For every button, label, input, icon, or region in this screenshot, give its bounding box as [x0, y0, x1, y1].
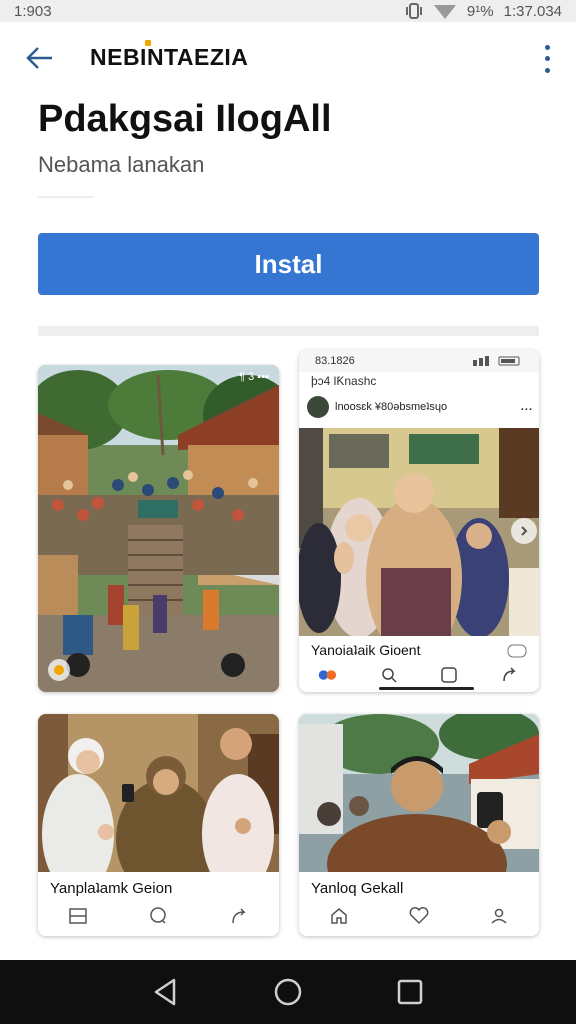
village-crowd-photo [38, 365, 279, 692]
post-caption: Yanoiaʇaik Gioent [311, 642, 421, 658]
post-header: lnoosɛk ¥80ǝbsmeʇsɥo ... [307, 394, 533, 420]
more-vert-icon [544, 45, 550, 51]
home-icon[interactable] [328, 905, 350, 927]
play-icon [54, 665, 64, 675]
screenshot-card-village[interactable]: ¶ 3 ▪▪▪ [38, 365, 279, 692]
women-group-photo [299, 428, 539, 636]
app-bar-title: NEBINTAEZIA [90, 40, 249, 71]
screenshot-card-man-selfie[interactable]: Yanloq Gekall [299, 714, 539, 936]
play-button[interactable] [48, 659, 70, 681]
nav-back-button[interactable] [150, 976, 182, 1008]
status-clock: 1:37.034 [503, 2, 562, 20]
post-more-button[interactable]: ... [521, 401, 533, 413]
developer-link[interactable]: Nebama lanakan [38, 152, 204, 178]
nav-recents-icon [397, 979, 423, 1005]
search-icon[interactable] [378, 664, 400, 686]
status-bar: 1:903 9¹% 1:37.034 [0, 0, 576, 22]
post-author: lnoosɛk ¥80ǝbsmeʇsɥo [335, 401, 448, 413]
home-indicator-icon[interactable] [438, 664, 460, 686]
share-icon[interactable] [498, 664, 520, 686]
screenshot-card-selfie-group[interactable]: Yanplaʇamk Geion [38, 714, 279, 936]
app-bar-title-text: NEBINTAEZIA [90, 44, 249, 70]
system-nav-bar [0, 960, 576, 1024]
man-selfie-footer: Yanloq Gekall [299, 872, 539, 936]
app-bar: NEBINTAEZIA [0, 22, 576, 94]
reactions-icon[interactable] [318, 664, 340, 686]
profile-icon[interactable] [488, 905, 510, 927]
phone-status-time: 83.1826 [315, 355, 355, 367]
man-selfie-caption: Yanloq Gekall [311, 880, 404, 897]
phone-app-label: ϸᴐ4 lƘnashc [311, 374, 377, 388]
post-avatar [307, 396, 329, 418]
screenshot-card-phone-post[interactable]: 83.1826 ϸᴐ4 lƘnashc lnoosɛk ¥80ǝbsmeʇsɥo… [299, 350, 539, 692]
selfie-group-photo [38, 714, 279, 872]
phone-battery-icon [473, 356, 520, 366]
grid-icon[interactable] [67, 905, 89, 927]
man-selfie-actions [299, 904, 539, 928]
status-time: 1:903 [14, 2, 52, 20]
carousel-next-button[interactable] [511, 518, 537, 544]
nav-home-button[interactable] [272, 976, 304, 1008]
nav-recents-button[interactable] [394, 976, 426, 1008]
more-options-button[interactable] [540, 42, 554, 76]
selfie-group-caption: Yanplaʇamk Geion [50, 880, 173, 897]
post-scroll-indicator [379, 687, 474, 690]
app-name: Pdakgsai IlogAll [38, 98, 332, 140]
comment-icon[interactable] [147, 905, 169, 927]
caption-chip-icon [507, 644, 527, 658]
battery-text: 9¹% [466, 2, 494, 20]
post-actions [299, 664, 539, 686]
chevron-right-icon [521, 526, 528, 536]
vibrate-icon [405, 3, 422, 19]
title-accent-dot [145, 40, 151, 46]
phone-status-bar: 83.1826 [299, 350, 539, 372]
heart-icon[interactable] [408, 905, 430, 927]
nav-back-icon [154, 978, 176, 1006]
selfie-group-footer: Yanplaʇamk Geion [38, 872, 279, 936]
section-divider [38, 326, 539, 336]
install-button[interactable]: Instal [38, 233, 539, 295]
man-selfie-photo [299, 714, 539, 872]
phone-post-footer: Yanoiaʇaik Gioent [299, 636, 539, 692]
arrow-left-icon [26, 47, 52, 69]
selfie-group-actions [38, 904, 279, 928]
back-button[interactable] [22, 42, 58, 74]
corner-label: ¶ 3 ▪▪▪ [239, 371, 269, 383]
developer-divider [38, 196, 94, 198]
nav-home-icon [274, 978, 302, 1006]
share-icon[interactable] [228, 905, 250, 927]
wifi-icon [433, 5, 456, 19]
status-icons: 9¹% 1:37.034 [405, 3, 562, 20]
